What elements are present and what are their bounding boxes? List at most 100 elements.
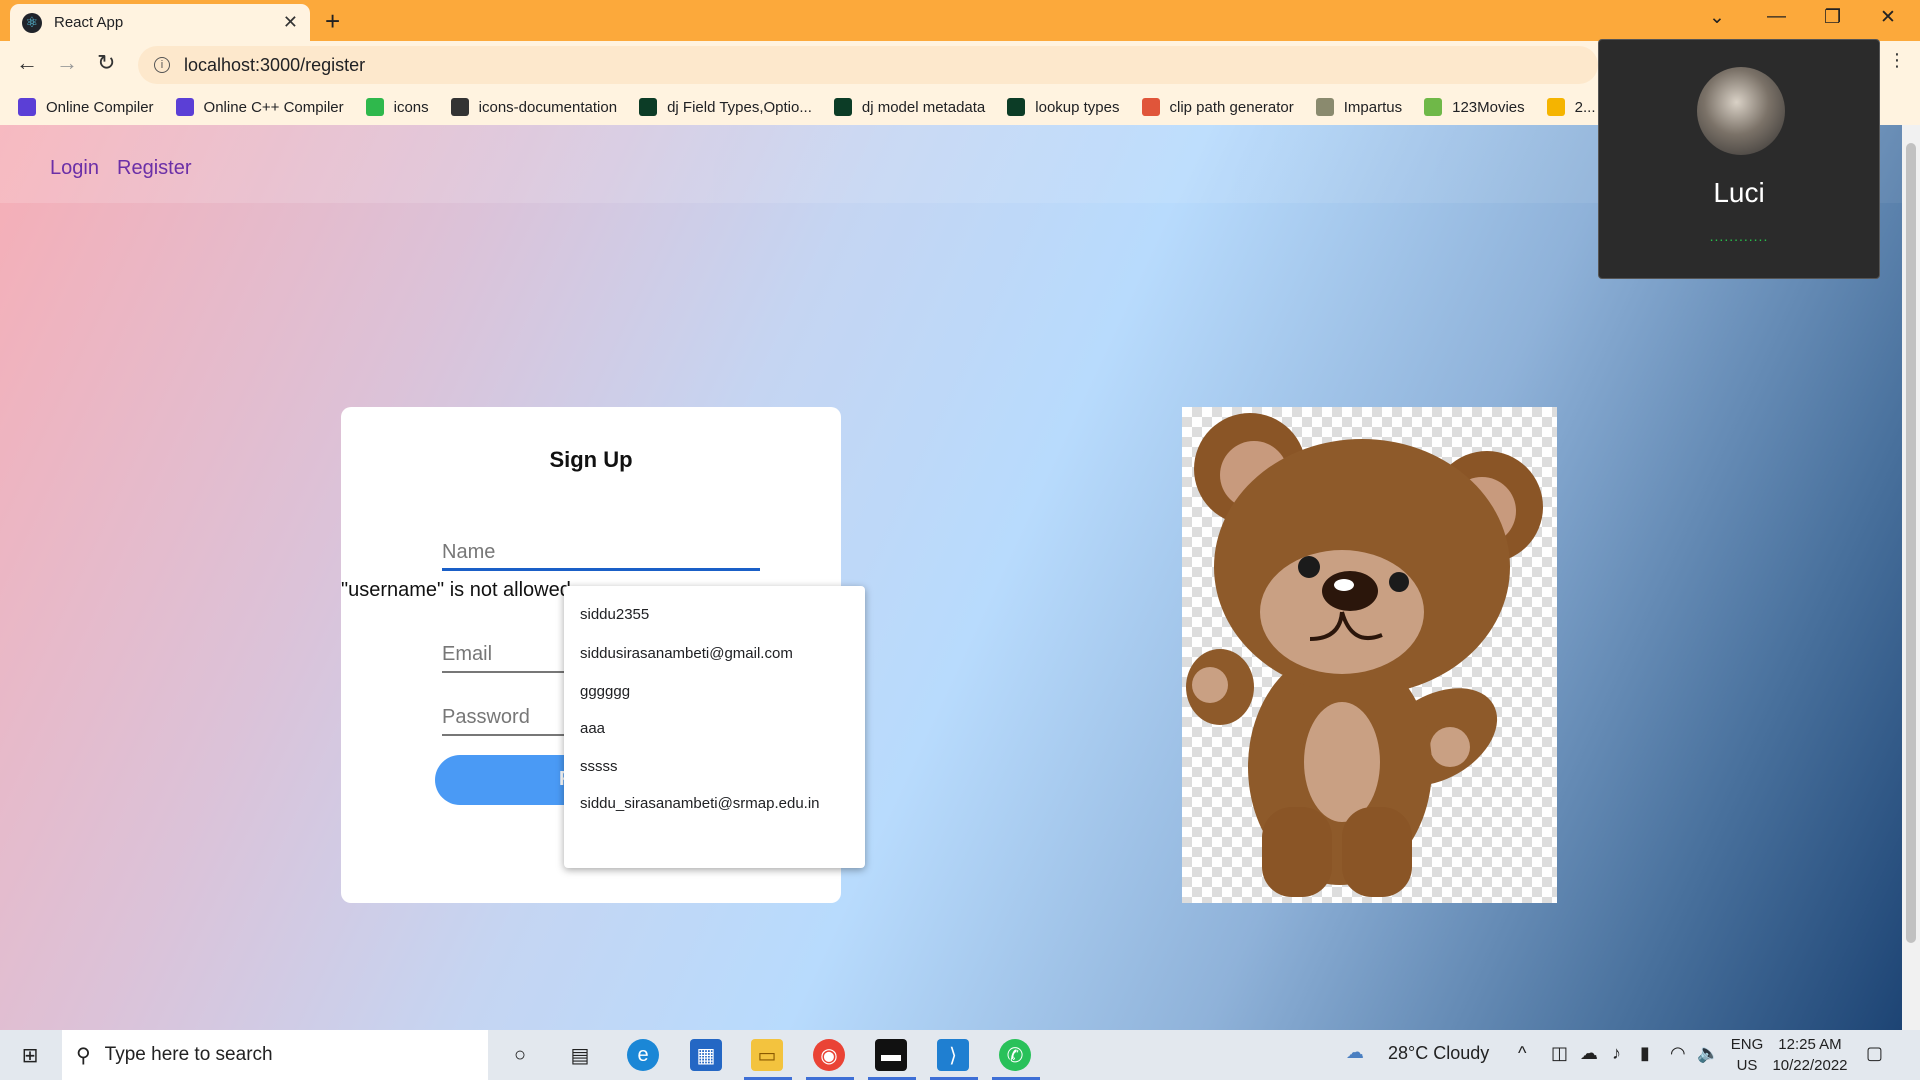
edge-icon[interactable]: e xyxy=(627,1039,659,1071)
icons-icon xyxy=(365,98,384,116)
django-icon xyxy=(1007,98,1026,116)
menu-icon[interactable]: ⋮ xyxy=(1888,50,1906,71)
wifi-icon[interactable]: ◠ xyxy=(1670,1043,1686,1064)
back-icon[interactable]: ← xyxy=(16,50,38,76)
microphone-icon[interactable]: ♪ xyxy=(1612,1043,1621,1064)
notifications-icon[interactable]: ▢ xyxy=(1866,1043,1883,1064)
chrome-icon[interactable]: ◉ xyxy=(813,1039,845,1071)
autofill-dropdown: siddu2355 siddusirasanambeti@gmail.com ggg… xyxy=(564,586,865,868)
tab-search-icon[interactable]: ⌄ xyxy=(1709,6,1725,29)
address-bar[interactable]: i localhost:3000/register xyxy=(138,46,1598,84)
bookmark-item[interactable]: dj model metadata xyxy=(833,98,986,116)
django-icon xyxy=(639,98,658,116)
dots-icon xyxy=(1141,98,1160,116)
close-tab-icon[interactable]: ✕ xyxy=(283,12,298,33)
impartus-icon xyxy=(1315,98,1334,116)
clock-date: 10/22/2022 xyxy=(1772,1057,1848,1074)
file-explorer-icon[interactable]: ▭ xyxy=(751,1039,783,1071)
name-field[interactable]: Name xyxy=(442,541,760,571)
clock[interactable]: 12:25 AM 10/22/2022 xyxy=(1765,1034,1855,1076)
close-window-icon[interactable]: ✕ xyxy=(1880,6,1896,29)
call-status-dots: ............ xyxy=(1709,228,1769,244)
bookmark-item[interactable]: clip path generator xyxy=(1141,98,1294,116)
chevron-up-icon[interactable]: ^ xyxy=(1518,1043,1526,1064)
bookmark-item[interactable]: 2... xyxy=(1546,98,1596,116)
new-tab-icon[interactable]: + xyxy=(325,6,340,37)
browser-tab[interactable]: ⚛ React App ✕ xyxy=(10,4,310,41)
onedrive-icon[interactable]: ☁ xyxy=(1580,1043,1598,1064)
autofill-suggestion[interactable]: sssss xyxy=(580,758,618,775)
bookmark-label: icons-documentation xyxy=(478,98,618,116)
password-placeholder: Password xyxy=(442,706,530,728)
clock-time: 12:25 AM xyxy=(1778,1036,1842,1053)
bookmark-label: 123Movies xyxy=(1452,98,1525,116)
bookmark-label: icons xyxy=(393,98,429,116)
bookmark-label: Online Compiler xyxy=(46,98,154,116)
autofill-suggestion[interactable]: siddusirasanambeti@gmail.com xyxy=(580,645,793,662)
teddy-bear-image xyxy=(1182,407,1557,903)
drive-icon xyxy=(1546,98,1565,116)
tab-title: React App xyxy=(54,14,124,31)
tab-strip: ⚛ React App ✕ + ⌄ — ❐ ✕ xyxy=(0,0,1920,41)
forward-icon[interactable]: → xyxy=(56,50,78,76)
bookmark-item[interactable]: icons-documentation xyxy=(450,98,618,116)
name-placeholder: Name xyxy=(442,541,496,563)
bookmark-label: Online C++ Compiler xyxy=(203,98,344,116)
validation-error: "username" is not allowed xyxy=(341,579,571,601)
page-scrollbar[interactable] xyxy=(1902,125,1920,1030)
bookmark-item[interactable]: dj Field Types,Optio... xyxy=(639,98,812,116)
bookmark-item[interactable]: Online C++ Compiler xyxy=(175,98,344,116)
network-icon[interactable]: ◫ xyxy=(1551,1043,1568,1064)
autofill-suggestion[interactable]: gggggg xyxy=(580,683,630,700)
teddy-bear-illustration xyxy=(1186,413,1543,897)
autofill-suggestion[interactable]: siddu_sirasanambeti@srmap.edu.in xyxy=(580,795,820,812)
battery-icon[interactable]: ▮ xyxy=(1640,1043,1650,1064)
bookmark-item[interactable]: Online Compiler xyxy=(18,98,154,116)
task-view-icon[interactable]: ▤ xyxy=(564,1039,596,1071)
movies-icon xyxy=(1424,98,1443,116)
bookmark-label: clip path generator xyxy=(1169,98,1294,116)
compiler-icon xyxy=(18,98,36,116)
bookmark-label: Impartus xyxy=(1343,98,1403,116)
django-icon xyxy=(833,98,852,116)
autofill-suggestion[interactable]: siddu2355 xyxy=(580,606,649,623)
url-text: localhost:3000/register xyxy=(184,54,366,75)
globe-icon xyxy=(450,98,469,116)
caller-name: Luci xyxy=(1713,177,1765,208)
taskbar-search[interactable]: ⚲ Type here to search xyxy=(62,1030,488,1080)
register-link[interactable]: Register xyxy=(117,157,191,180)
cortana-icon[interactable]: ○ xyxy=(504,1039,536,1071)
weather-text[interactable]: 28°C Cloudy xyxy=(1388,1043,1489,1064)
login-link[interactable]: Login xyxy=(50,157,99,180)
call-popup[interactable]: Luci ............ xyxy=(1598,39,1880,279)
search-icon: ⚲ xyxy=(76,1044,91,1067)
signup-title: Sign Up xyxy=(549,447,633,472)
windows-start-icon[interactable]: ⊞ xyxy=(14,1039,46,1071)
taskbar: ⊞ ⚲ Type here to search ○ ▤ e ▦ ▭ ◉ ▬ ⟩ … xyxy=(0,1030,1920,1080)
whatsapp-icon[interactable]: ✆ xyxy=(999,1039,1031,1071)
bookmark-item[interactable]: lookup types xyxy=(1007,98,1120,116)
reload-icon[interactable]: ↻ xyxy=(97,50,115,76)
avatar xyxy=(1697,67,1785,155)
minimize-icon[interactable]: — xyxy=(1767,6,1786,28)
bookmark-item[interactable]: icons xyxy=(365,98,429,116)
compiler-icon xyxy=(175,98,194,116)
email-placeholder: Email xyxy=(442,643,493,665)
cloud-icon[interactable]: ☁ xyxy=(1346,1042,1364,1063)
autofill-suggestion[interactable]: aaa xyxy=(580,720,605,737)
store-icon[interactable]: ▦ xyxy=(690,1039,722,1071)
bookmark-item[interactable]: Impartus xyxy=(1315,98,1403,116)
terminal-icon[interactable]: ▬ xyxy=(875,1039,907,1071)
bookmark-label: 2... xyxy=(1574,98,1596,116)
info-icon[interactable]: i xyxy=(154,57,170,73)
restore-icon[interactable]: ❐ xyxy=(1824,6,1841,29)
vscode-icon[interactable]: ⟩ xyxy=(937,1039,969,1071)
bookmark-label: lookup types xyxy=(1035,98,1120,116)
react-icon: ⚛ xyxy=(22,12,42,33)
bookmark-label: dj Field Types,Optio... xyxy=(667,98,812,116)
search-placeholder: Type here to search xyxy=(104,1044,273,1065)
bookmark-label: dj model metadata xyxy=(861,98,986,116)
volume-icon[interactable]: 🔈 xyxy=(1697,1043,1719,1064)
bookmark-item[interactable]: 123Movies xyxy=(1424,98,1525,116)
scrollbar-thumb[interactable] xyxy=(1906,143,1916,943)
